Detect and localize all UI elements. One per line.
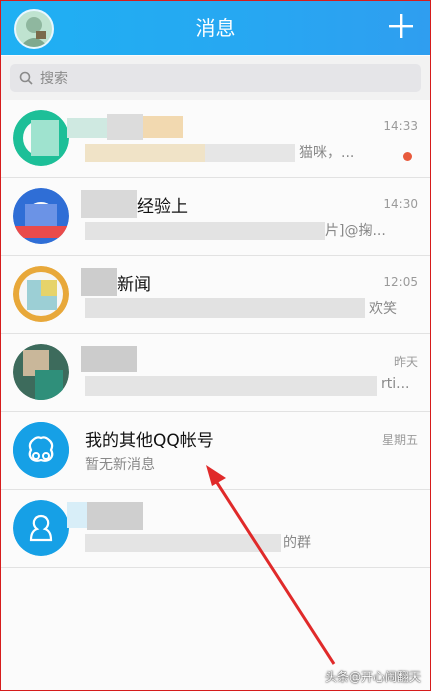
annotation-arrow	[206, 465, 336, 665]
watermark: 头条@开心闹翻天	[324, 670, 421, 684]
